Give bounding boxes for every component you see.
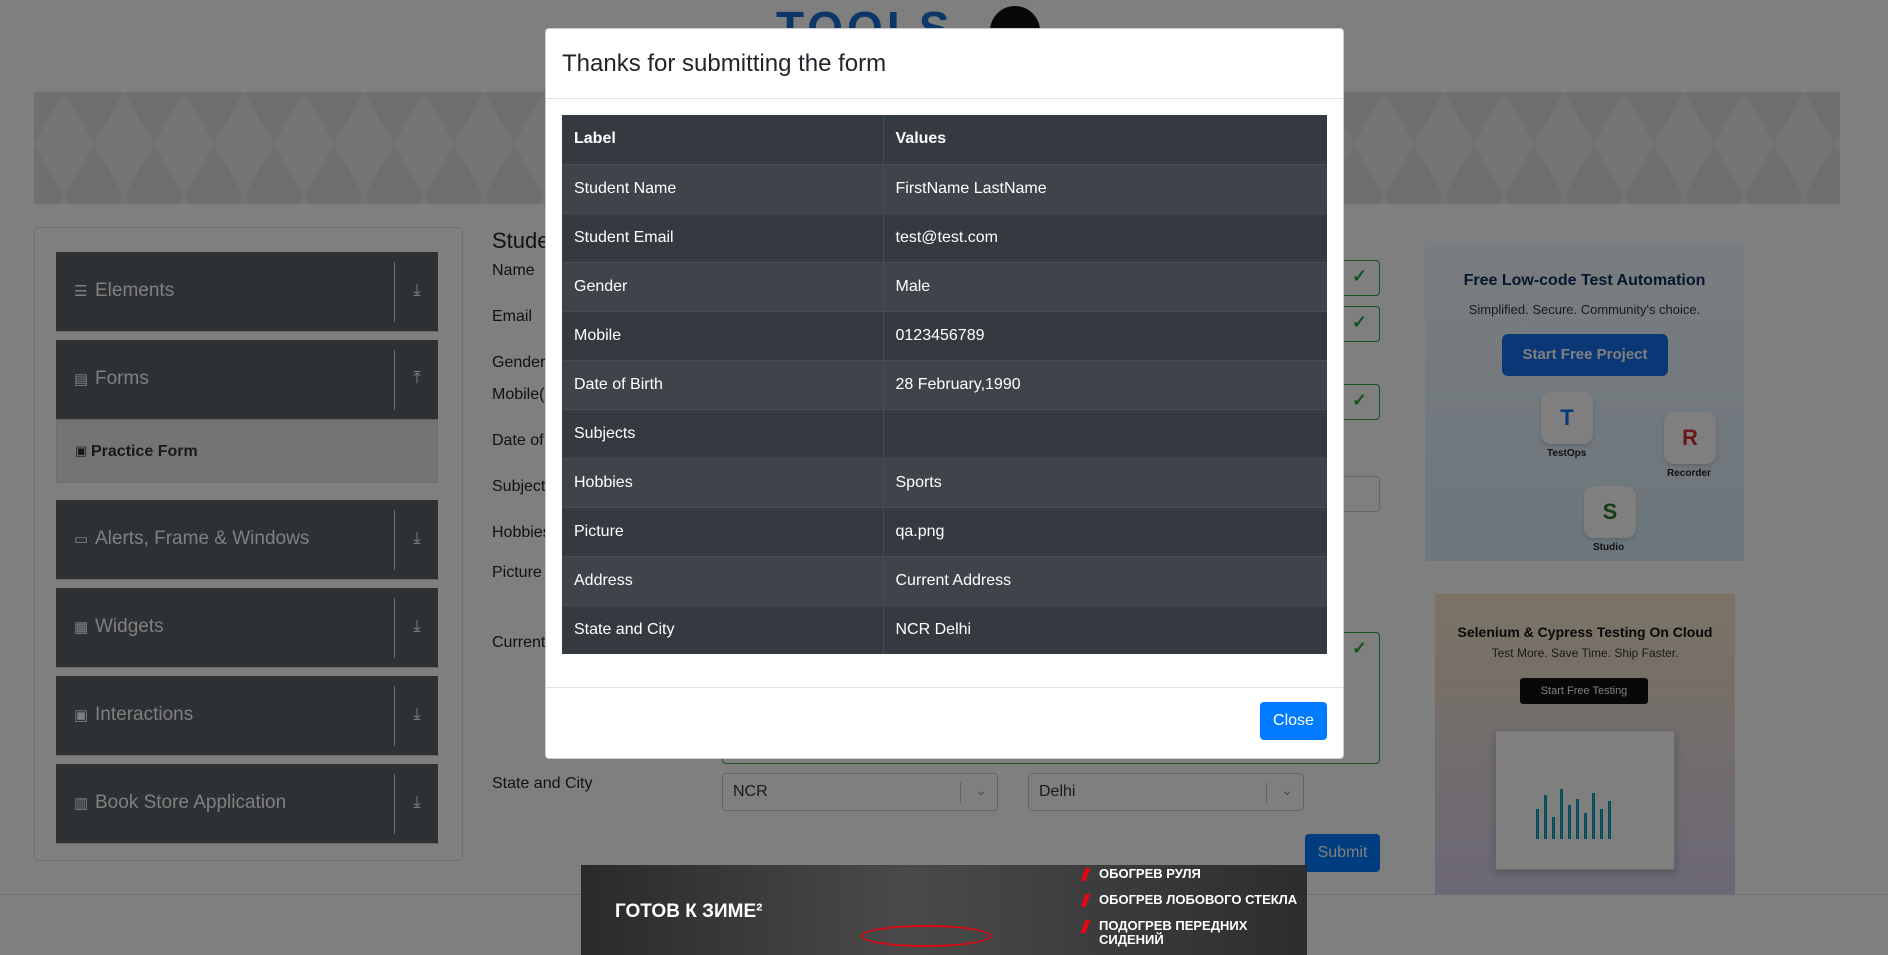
row-label: Subjects: [562, 408, 884, 458]
submission-modal: Thanks for submitting the form Label Val…: [545, 28, 1344, 759]
row-label: Picture: [562, 506, 884, 556]
modal-body: Label Values Student Name FirstName Last…: [562, 115, 1327, 654]
table-row: State and City NCR Delhi: [562, 604, 1327, 654]
ad-feature-list: ОБОГРЕВ РУЛЯ ОБОГРЕВ ЛОБОВОГО СТЕКЛА ПОД…: [1081, 867, 1307, 955]
row-value: 28 February,1990: [883, 359, 1327, 409]
table-row: Gender Male: [562, 261, 1327, 311]
table-row: Student Name FirstName LastName: [562, 163, 1327, 213]
row-label: Hobbies: [562, 457, 884, 507]
row-label: Date of Birth: [562, 359, 884, 409]
table-row: Date of Birth 28 February,1990: [562, 359, 1327, 409]
row-label: Student Email: [562, 212, 884, 262]
table-header-row: Label Values: [562, 115, 1327, 164]
row-value: test@test.com: [883, 212, 1327, 262]
close-button[interactable]: Close: [1260, 702, 1327, 740]
row-value: FirstName LastName: [883, 163, 1327, 213]
modal-footer: Close: [546, 687, 1343, 759]
row-value: 0123456789: [883, 310, 1327, 360]
ad-feature: ОБОГРЕВ ЛОБОВОГО СТЕКЛА: [1081, 893, 1307, 907]
row-label: Student Name: [562, 163, 884, 213]
row-value: Current Address: [883, 555, 1327, 605]
ad-feature: ПОДОГРЕВ ПЕРЕДНИХ СИДЕНИЙ: [1081, 919, 1307, 947]
bottom-ad-banner[interactable]: ГОТОВ К ЗИМЕ² ОБОГРЕВ РУЛЯ ОБОГРЕВ ЛОБОВ…: [581, 865, 1307, 955]
row-label: Gender: [562, 261, 884, 311]
table-row: Picture qa.png: [562, 506, 1327, 556]
row-value: Male: [883, 261, 1327, 311]
row-value: Sports: [883, 457, 1327, 507]
row-label: Address: [562, 555, 884, 605]
row-value: NCR Delhi: [883, 604, 1327, 654]
ad-title: ГОТОВ К ЗИМЕ²: [615, 901, 763, 922]
ad-feature: ОБОГРЕВ РУЛЯ: [1081, 867, 1307, 881]
table-row: Mobile 0123456789: [562, 310, 1327, 360]
table-row: Hobbies Sports: [562, 457, 1327, 507]
modal-title: Thanks for submitting the form: [562, 50, 887, 77]
column-header-values: Values: [895, 130, 947, 148]
row-label: Mobile: [562, 310, 884, 360]
table-row: Student Email test@test.com: [562, 212, 1327, 262]
ad-decoration: [861, 925, 991, 947]
table-row: Subjects: [562, 408, 1327, 458]
results-table: Label Values Student Name FirstName Last…: [562, 115, 1327, 654]
row-value: [883, 408, 1327, 458]
modal-header: Thanks for submitting the form: [546, 29, 1343, 99]
table-row: Address Current Address: [562, 555, 1327, 605]
row-label: State and City: [562, 604, 884, 654]
row-value: qa.png: [883, 506, 1327, 556]
column-header-label: Label: [562, 115, 884, 164]
